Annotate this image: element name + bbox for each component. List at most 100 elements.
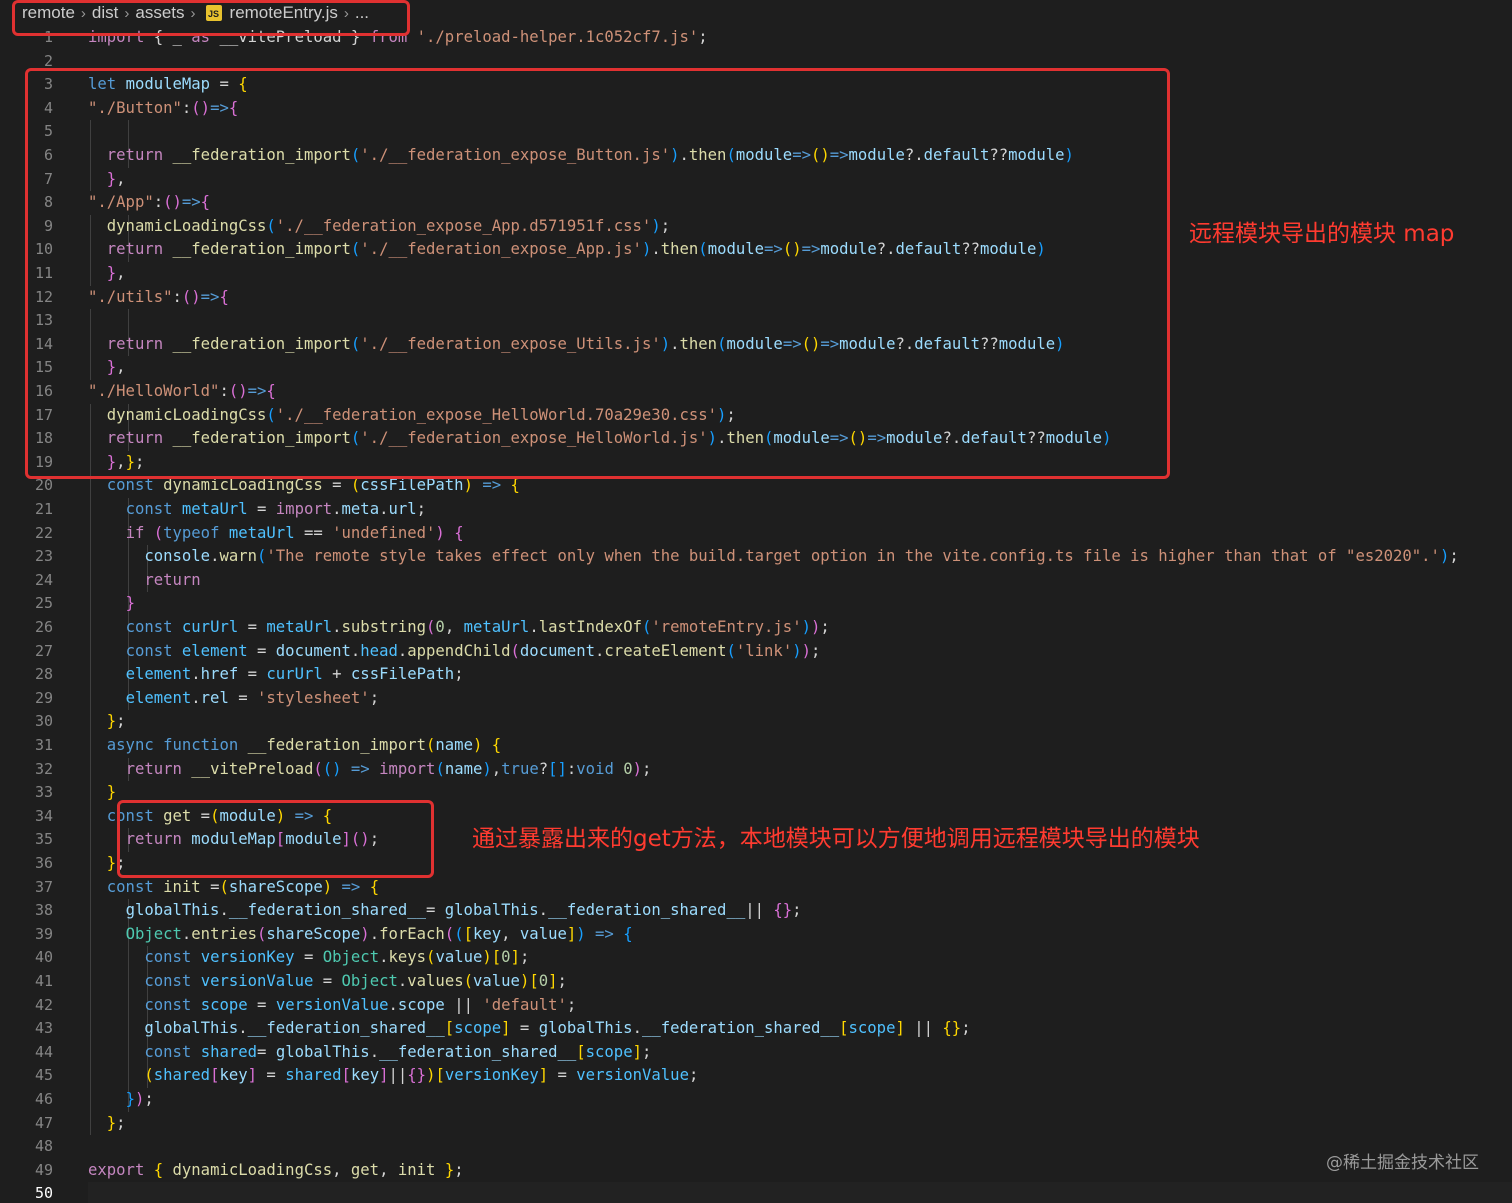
code-token: ) bbox=[482, 948, 492, 967]
code-token: globalThis bbox=[125, 901, 220, 920]
code-token: void bbox=[576, 759, 614, 778]
code-token: document bbox=[519, 641, 596, 660]
code-token: key bbox=[219, 1066, 248, 1085]
code-token: 0 bbox=[501, 948, 511, 967]
code-line[interactable]: 38 globalThis.__federation_shared__= glo… bbox=[0, 899, 1512, 923]
code-token: forEach bbox=[379, 924, 445, 943]
code-line[interactable]: 26 const curUrl = metaUrl.substring(0, m… bbox=[0, 616, 1512, 640]
code-token: ; bbox=[454, 1160, 464, 1179]
code-token: 0 bbox=[435, 618, 445, 636]
line-number: 46 bbox=[34, 1090, 53, 1108]
code-token: . bbox=[191, 688, 201, 707]
code-token: ; bbox=[566, 995, 577, 1014]
code-token: shared bbox=[153, 1066, 211, 1085]
code-line[interactable]: 24 return bbox=[0, 568, 1512, 593]
code-line[interactable]: 31 async function __federation_import(na… bbox=[0, 734, 1512, 758]
code-text: const metaUrl = import.meta.url; bbox=[88, 498, 426, 522]
code-token: async bbox=[106, 736, 154, 754]
code-token: . bbox=[388, 995, 398, 1014]
code-text: Object.entries(shareScope).forEach(([key… bbox=[88, 923, 633, 947]
code-token: const bbox=[144, 995, 192, 1014]
code-token: ( bbox=[313, 759, 323, 778]
code-token: = bbox=[247, 500, 276, 518]
code-token: ) bbox=[482, 759, 492, 778]
code-token: . bbox=[219, 901, 229, 920]
code-token: ) bbox=[322, 877, 333, 896]
code-line[interactable]: 47 }; bbox=[0, 1111, 1512, 1136]
code-token: appendChild bbox=[407, 641, 511, 660]
code-line[interactable]: 37 const init =(shareScope) => { bbox=[0, 875, 1512, 900]
code-token: || bbox=[444, 995, 483, 1014]
code-token: . bbox=[350, 641, 361, 660]
code-token: {} bbox=[773, 901, 793, 920]
code-token: if bbox=[125, 523, 145, 542]
code-token: || bbox=[745, 901, 774, 920]
code-line[interactable]: 44 const shared= globalThis.__federation… bbox=[0, 1040, 1512, 1065]
code-line[interactable]: 25 } bbox=[0, 592, 1512, 616]
code-line[interactable]: 22 if (typeof metaUrl == 'undefined') { bbox=[0, 521, 1512, 546]
code-line[interactable]: 45 (shared[key] = shared[key]||{})[versi… bbox=[0, 1064, 1512, 1088]
code-line[interactable]: 50 bbox=[0, 1182, 1512, 1203]
code-token: const bbox=[125, 618, 173, 636]
code-text: (shared[key] = shared[key]||{})[versionK… bbox=[88, 1064, 698, 1088]
code-line[interactable]: 27 const element = document.head.appendC… bbox=[0, 639, 1512, 664]
code-line[interactable]: 41 const versionValue = Object.values(va… bbox=[0, 970, 1512, 994]
code-text: element.rel = 'stylesheet'; bbox=[88, 687, 380, 711]
code-token: scope bbox=[200, 995, 248, 1014]
line-number: 42 bbox=[34, 995, 53, 1014]
code-token: init bbox=[163, 877, 201, 896]
code-token: = bbox=[228, 688, 258, 707]
code-line[interactable]: 23 console.warn('The remote style takes … bbox=[0, 545, 1512, 569]
line-number: 31 bbox=[34, 736, 53, 754]
code-token: ; bbox=[1449, 547, 1459, 566]
code-token: init bbox=[397, 1160, 436, 1179]
code-line[interactable]: 43 globalThis.__federation_shared__[scop… bbox=[0, 1017, 1512, 1041]
code-line[interactable]: 39 Object.entries(shareScope).forEach(([… bbox=[0, 922, 1512, 947]
code-token: versionKey bbox=[444, 1066, 539, 1085]
code-token: curUrl bbox=[266, 665, 323, 684]
code-line[interactable]: 49 export { dynamicLoadingCss, get, init … bbox=[0, 1159, 1512, 1183]
code-line[interactable]: 42 const scope = versionValue.scope || '… bbox=[0, 993, 1512, 1018]
code-text: const element = document.head.appendChil… bbox=[88, 640, 821, 664]
code-line[interactable]: 29 element.rel = 'stylesheet'; bbox=[0, 686, 1512, 711]
code-token: head bbox=[360, 641, 398, 660]
code-token: ] bbox=[548, 972, 558, 990]
get-method-highlight-box bbox=[117, 800, 434, 878]
code-token: Object bbox=[125, 924, 182, 943]
code-line[interactable]: 32 return __vitePreload(() => import(nam… bbox=[0, 757, 1512, 782]
code-token: ) bbox=[519, 972, 530, 990]
code-line[interactable]: 46 }); bbox=[0, 1088, 1512, 1112]
code-line[interactable]: 48 bbox=[0, 1135, 1512, 1159]
code-token: . bbox=[397, 641, 408, 660]
code-token: . bbox=[529, 618, 539, 636]
code-token: ; bbox=[642, 759, 652, 778]
code-text: return bbox=[88, 569, 200, 593]
code-token: ( bbox=[726, 641, 736, 660]
code-line[interactable]: 40 const versionKey = Object.keys(value)… bbox=[0, 946, 1512, 970]
code-line[interactable]: 21 const metaUrl = import.meta.url; bbox=[0, 498, 1512, 522]
code-token: => bbox=[341, 877, 361, 896]
code-line[interactable]: 28 element.href = curUrl + cssFilePath; bbox=[0, 663, 1512, 687]
code-token: } bbox=[125, 1090, 135, 1108]
code-token: 'undefined' bbox=[332, 523, 436, 542]
code-line[interactable]: 30 }; bbox=[0, 710, 1512, 734]
